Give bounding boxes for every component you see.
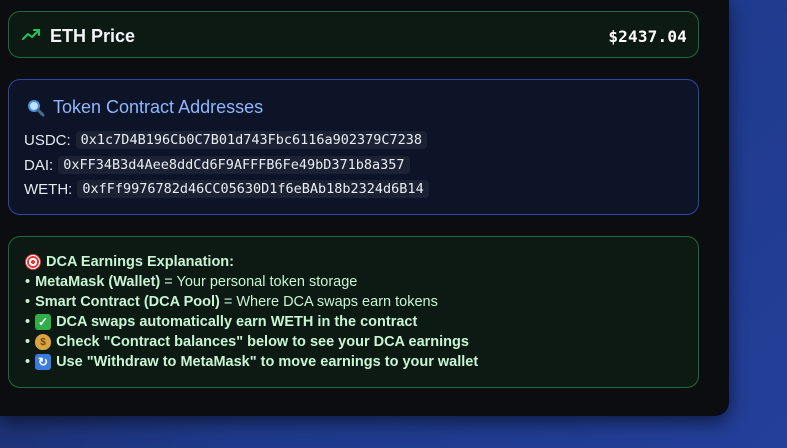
bullet: •	[25, 294, 31, 310]
main-panel: ETH Price $2437.04 Token Contract Addres…	[0, 0, 729, 416]
refresh-icon: ↻	[35, 354, 52, 370]
list-item: • $ Check "Contract balances" below to s…	[25, 334, 469, 350]
address-value[interactable]: 0xFF34B3d4Aee8ddCd6F9AFFFB6Fe49bD371b8a3…	[58, 156, 410, 174]
address-value[interactable]: 0xfFf9976782d46CC05630D1f6eBAb18b2324d6B…	[77, 180, 429, 198]
address-row-weth: WETH: 0xfFf9976782d46CC05630D1f6eBAb18b2…	[24, 180, 429, 198]
bullet: •	[25, 354, 31, 370]
dca-explanation-card: DCA Earnings Explanation: • MetaMask (Wa…	[8, 236, 699, 388]
address-row-dai: DAI: 0xFF34B3d4Aee8ddCd6F9AFFFB6Fe49bD37…	[24, 156, 410, 174]
bullet: •	[25, 334, 31, 350]
list-item: • ✓ DCA swaps automatically earn WETH in…	[25, 314, 417, 330]
money-bag-icon: $	[35, 334, 52, 350]
dca-item-text: = Where DCA swaps earn tokens	[219, 294, 438, 310]
address-row-usdc: USDC: 0x1c7D4B196Cb0C7B01d743Fbc6116a902…	[24, 131, 428, 149]
target-icon	[25, 254, 41, 270]
address-label: USDC:	[24, 131, 71, 149]
dca-item-bold: DCA swaps automatically earn WETH in the…	[56, 314, 418, 330]
list-item: • MetaMask (Wallet) = Your personal toke…	[25, 274, 357, 290]
dca-title-row: DCA Earnings Explanation:	[25, 254, 234, 270]
check-icon: ✓	[35, 314, 52, 330]
token-addresses-title: Token Contract Addresses	[53, 97, 264, 117]
address-label: WETH:	[24, 180, 73, 198]
dca-item-bold: MetaMask (Wallet)	[35, 274, 161, 290]
magnifier-icon	[28, 99, 45, 116]
list-item: • ↻ Use "Withdraw to MetaMask" to move e…	[25, 354, 478, 370]
dca-item-bold: Smart Contract (DCA Pool)	[35, 294, 220, 310]
dca-item-text: = Your personal token storage	[160, 274, 358, 290]
bullet: •	[25, 274, 31, 290]
trending-up-icon	[22, 29, 40, 40]
bullet: •	[25, 314, 31, 330]
eth-price-label: ETH Price	[50, 26, 136, 46]
dca-item-bold: Use "Withdraw to MetaMask" to move earni…	[56, 354, 479, 370]
address-label: DAI:	[24, 156, 54, 174]
address-value[interactable]: 0x1c7D4B196Cb0C7B01d743Fbc6116a902379C72…	[75, 131, 428, 149]
eth-price-value: $2437.04	[608, 27, 687, 46]
list-item: • Smart Contract (DCA Pool) = Where DCA …	[25, 294, 438, 310]
token-addresses-card: Token Contract Addresses USDC: 0x1c7D4B1…	[8, 79, 699, 215]
token-addresses-heading: Token Contract Addresses	[27, 97, 263, 118]
dca-item-bold: Check "Contract balances" below to see y…	[56, 334, 469, 350]
eth-price-card: ETH Price $2437.04	[8, 11, 699, 58]
dca-title: DCA Earnings Explanation:	[46, 254, 234, 270]
